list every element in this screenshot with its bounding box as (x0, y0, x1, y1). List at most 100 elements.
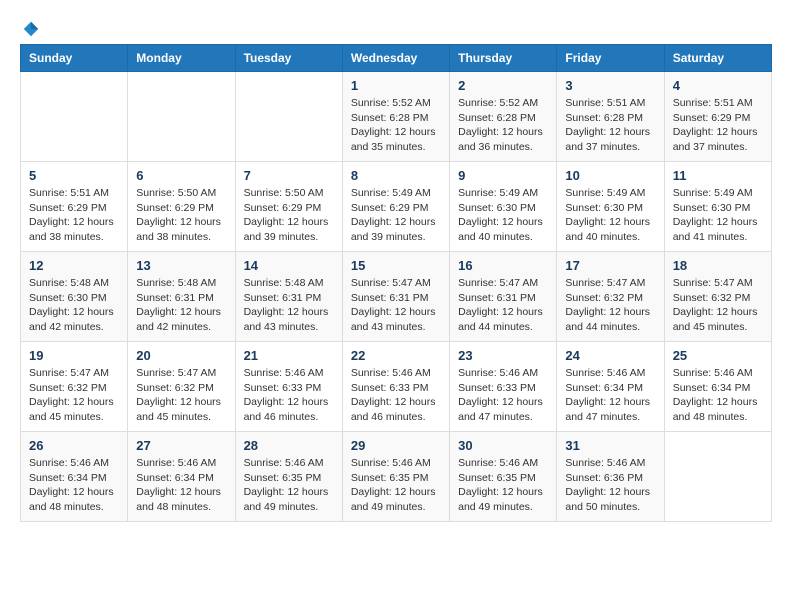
day-info: Sunrise: 5:51 AMSunset: 6:29 PMDaylight:… (673, 97, 758, 153)
weekday-header: Sunday (21, 45, 128, 72)
calendar-cell: 30 Sunrise: 5:46 AMSunset: 6:35 PMDaylig… (450, 432, 557, 522)
calendar-cell: 7 Sunrise: 5:50 AMSunset: 6:29 PMDayligh… (235, 162, 342, 252)
day-number: 7 (244, 168, 334, 183)
day-info: Sunrise: 5:47 AMSunset: 6:31 PMDaylight:… (458, 277, 543, 333)
calendar-cell: 24 Sunrise: 5:46 AMSunset: 6:34 PMDaylig… (557, 342, 664, 432)
day-number: 16 (458, 258, 548, 273)
calendar-cell (128, 72, 235, 162)
calendar-cell: 22 Sunrise: 5:46 AMSunset: 6:33 PMDaylig… (342, 342, 449, 432)
calendar-week-row: 12 Sunrise: 5:48 AMSunset: 6:30 PMDaylig… (21, 252, 772, 342)
day-info: Sunrise: 5:50 AMSunset: 6:29 PMDaylight:… (244, 187, 329, 243)
day-info: Sunrise: 5:47 AMSunset: 6:32 PMDaylight:… (565, 277, 650, 333)
day-number: 13 (136, 258, 226, 273)
calendar-cell: 25 Sunrise: 5:46 AMSunset: 6:34 PMDaylig… (664, 342, 771, 432)
day-number: 26 (29, 438, 119, 453)
day-number: 6 (136, 168, 226, 183)
calendar-cell: 5 Sunrise: 5:51 AMSunset: 6:29 PMDayligh… (21, 162, 128, 252)
calendar-week-row: 19 Sunrise: 5:47 AMSunset: 6:32 PMDaylig… (21, 342, 772, 432)
day-info: Sunrise: 5:46 AMSunset: 6:34 PMDaylight:… (136, 457, 221, 513)
calendar-cell: 11 Sunrise: 5:49 AMSunset: 6:30 PMDaylig… (664, 162, 771, 252)
day-info: Sunrise: 5:49 AMSunset: 6:30 PMDaylight:… (565, 187, 650, 243)
logo-icon (22, 20, 40, 38)
day-number: 25 (673, 348, 763, 363)
day-info: Sunrise: 5:46 AMSunset: 6:34 PMDaylight:… (29, 457, 114, 513)
day-number: 9 (458, 168, 548, 183)
day-info: Sunrise: 5:46 AMSunset: 6:35 PMDaylight:… (244, 457, 329, 513)
day-info: Sunrise: 5:48 AMSunset: 6:30 PMDaylight:… (29, 277, 114, 333)
calendar-cell: 8 Sunrise: 5:49 AMSunset: 6:29 PMDayligh… (342, 162, 449, 252)
day-info: Sunrise: 5:50 AMSunset: 6:29 PMDaylight:… (136, 187, 221, 243)
calendar-cell (235, 72, 342, 162)
weekday-header: Monday (128, 45, 235, 72)
logo (20, 20, 40, 34)
day-info: Sunrise: 5:47 AMSunset: 6:32 PMDaylight:… (29, 367, 114, 423)
day-info: Sunrise: 5:48 AMSunset: 6:31 PMDaylight:… (136, 277, 221, 333)
calendar-cell: 1 Sunrise: 5:52 AMSunset: 6:28 PMDayligh… (342, 72, 449, 162)
day-info: Sunrise: 5:47 AMSunset: 6:32 PMDaylight:… (136, 367, 221, 423)
day-info: Sunrise: 5:46 AMSunset: 6:33 PMDaylight:… (351, 367, 436, 423)
calendar-cell: 19 Sunrise: 5:47 AMSunset: 6:32 PMDaylig… (21, 342, 128, 432)
calendar-table: SundayMondayTuesdayWednesdayThursdayFrid… (20, 44, 772, 522)
day-info: Sunrise: 5:49 AMSunset: 6:30 PMDaylight:… (458, 187, 543, 243)
day-number: 2 (458, 78, 548, 93)
day-info: Sunrise: 5:46 AMSunset: 6:34 PMDaylight:… (565, 367, 650, 423)
calendar-cell: 17 Sunrise: 5:47 AMSunset: 6:32 PMDaylig… (557, 252, 664, 342)
calendar-cell: 12 Sunrise: 5:48 AMSunset: 6:30 PMDaylig… (21, 252, 128, 342)
day-number: 19 (29, 348, 119, 363)
day-number: 27 (136, 438, 226, 453)
calendar-cell: 16 Sunrise: 5:47 AMSunset: 6:31 PMDaylig… (450, 252, 557, 342)
calendar-cell: 9 Sunrise: 5:49 AMSunset: 6:30 PMDayligh… (450, 162, 557, 252)
day-number: 30 (458, 438, 548, 453)
day-info: Sunrise: 5:46 AMSunset: 6:35 PMDaylight:… (351, 457, 436, 513)
calendar-week-row: 26 Sunrise: 5:46 AMSunset: 6:34 PMDaylig… (21, 432, 772, 522)
calendar-cell: 3 Sunrise: 5:51 AMSunset: 6:28 PMDayligh… (557, 72, 664, 162)
weekday-header-row: SundayMondayTuesdayWednesdayThursdayFrid… (21, 45, 772, 72)
day-number: 24 (565, 348, 655, 363)
day-info: Sunrise: 5:46 AMSunset: 6:35 PMDaylight:… (458, 457, 543, 513)
day-number: 5 (29, 168, 119, 183)
page-header (20, 20, 772, 34)
day-info: Sunrise: 5:47 AMSunset: 6:32 PMDaylight:… (673, 277, 758, 333)
day-info: Sunrise: 5:46 AMSunset: 6:33 PMDaylight:… (244, 367, 329, 423)
day-number: 17 (565, 258, 655, 273)
calendar-cell: 21 Sunrise: 5:46 AMSunset: 6:33 PMDaylig… (235, 342, 342, 432)
weekday-header: Tuesday (235, 45, 342, 72)
day-number: 31 (565, 438, 655, 453)
calendar-cell (664, 432, 771, 522)
weekday-header: Thursday (450, 45, 557, 72)
day-info: Sunrise: 5:46 AMSunset: 6:33 PMDaylight:… (458, 367, 543, 423)
calendar-cell: 14 Sunrise: 5:48 AMSunset: 6:31 PMDaylig… (235, 252, 342, 342)
day-number: 18 (673, 258, 763, 273)
day-info: Sunrise: 5:51 AMSunset: 6:29 PMDaylight:… (29, 187, 114, 243)
day-info: Sunrise: 5:49 AMSunset: 6:29 PMDaylight:… (351, 187, 436, 243)
calendar-cell: 28 Sunrise: 5:46 AMSunset: 6:35 PMDaylig… (235, 432, 342, 522)
day-number: 29 (351, 438, 441, 453)
calendar-cell: 31 Sunrise: 5:46 AMSunset: 6:36 PMDaylig… (557, 432, 664, 522)
day-number: 3 (565, 78, 655, 93)
calendar-cell: 4 Sunrise: 5:51 AMSunset: 6:29 PMDayligh… (664, 72, 771, 162)
calendar-cell: 6 Sunrise: 5:50 AMSunset: 6:29 PMDayligh… (128, 162, 235, 252)
day-number: 12 (29, 258, 119, 273)
day-number: 1 (351, 78, 441, 93)
day-info: Sunrise: 5:49 AMSunset: 6:30 PMDaylight:… (673, 187, 758, 243)
calendar-cell (21, 72, 128, 162)
calendar-cell: 15 Sunrise: 5:47 AMSunset: 6:31 PMDaylig… (342, 252, 449, 342)
day-number: 22 (351, 348, 441, 363)
day-number: 14 (244, 258, 334, 273)
weekday-header: Friday (557, 45, 664, 72)
day-number: 8 (351, 168, 441, 183)
calendar-cell: 23 Sunrise: 5:46 AMSunset: 6:33 PMDaylig… (450, 342, 557, 432)
weekday-header: Wednesday (342, 45, 449, 72)
calendar-cell: 29 Sunrise: 5:46 AMSunset: 6:35 PMDaylig… (342, 432, 449, 522)
day-number: 28 (244, 438, 334, 453)
calendar-week-row: 5 Sunrise: 5:51 AMSunset: 6:29 PMDayligh… (21, 162, 772, 252)
day-info: Sunrise: 5:48 AMSunset: 6:31 PMDaylight:… (244, 277, 329, 333)
day-number: 23 (458, 348, 548, 363)
calendar-cell: 26 Sunrise: 5:46 AMSunset: 6:34 PMDaylig… (21, 432, 128, 522)
day-number: 21 (244, 348, 334, 363)
calendar-cell: 13 Sunrise: 5:48 AMSunset: 6:31 PMDaylig… (128, 252, 235, 342)
day-info: Sunrise: 5:46 AMSunset: 6:34 PMDaylight:… (673, 367, 758, 423)
calendar-week-row: 1 Sunrise: 5:52 AMSunset: 6:28 PMDayligh… (21, 72, 772, 162)
day-number: 11 (673, 168, 763, 183)
calendar-cell: 10 Sunrise: 5:49 AMSunset: 6:30 PMDaylig… (557, 162, 664, 252)
